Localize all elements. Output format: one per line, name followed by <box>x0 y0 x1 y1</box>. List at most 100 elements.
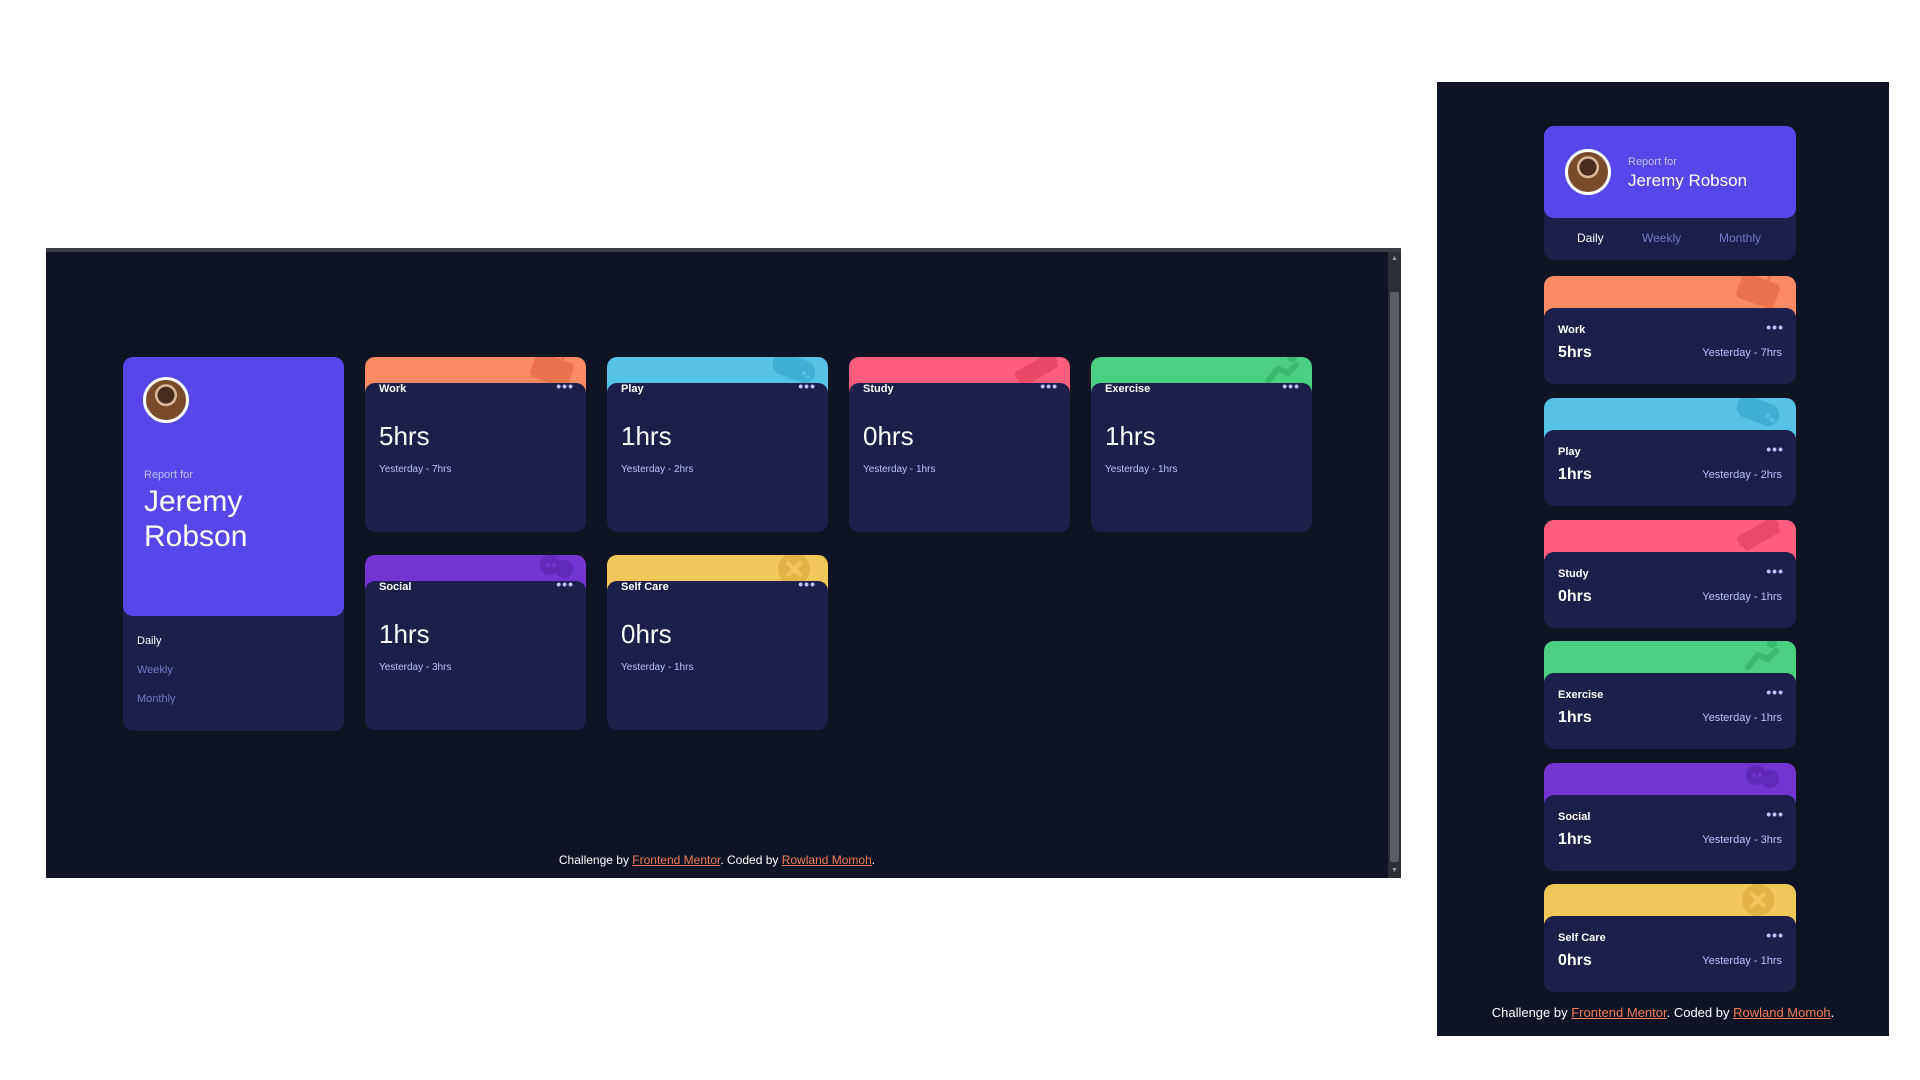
frontend-mentor-link[interactable]: Frontend Mentor <box>1571 1005 1666 1020</box>
card-previous: Yesterday - 1hrs <box>1702 712 1782 724</box>
card-previous: Yesterday - 1hrs <box>1702 955 1782 967</box>
ellipsis-icon[interactable]: ••• <box>1282 378 1300 394</box>
card-title: Self Care <box>1558 932 1606 944</box>
card-hours: 0hrs <box>621 619 672 649</box>
activity-card-social[interactable]: Social ••• 1hrs Yesterday - 3hrs <box>1544 763 1796 871</box>
social-icon <box>1746 765 1779 788</box>
card-previous: Yesterday - 1hrs <box>1105 464 1178 475</box>
card-previous: Yesterday - 3hrs <box>1702 834 1782 846</box>
card-title: Play <box>621 383 644 395</box>
ellipsis-icon[interactable]: ••• <box>798 378 816 394</box>
card-previous: Yesterday - 1hrs <box>1702 591 1782 603</box>
profile-header: Report for Jeremy Robson <box>123 357 344 616</box>
card-title: Study <box>863 383 894 395</box>
gamepad-icon <box>1736 398 1780 426</box>
footer-middle: . Coded by <box>1666 1005 1734 1020</box>
profile-card: Report for Jeremy Robson Daily Weekly Mo… <box>1544 126 1796 260</box>
scroll-down-icon[interactable]: ▼ <box>1390 866 1399 876</box>
avatar <box>1565 149 1611 195</box>
card-title: Play <box>1558 446 1581 458</box>
card-hours: 1hrs <box>379 619 430 649</box>
footer-prefix: Challenge by <box>558 853 633 867</box>
activity-card-work[interactable]: Work ••• 5hrs Yesterday - 7hrs <box>365 357 586 532</box>
period-weekly[interactable]: Weekly <box>1642 231 1681 245</box>
card-title: Social <box>379 581 412 593</box>
period-monthly[interactable]: Monthly <box>1719 231 1761 245</box>
card-body <box>1091 383 1312 532</box>
frontend-mentor-link[interactable]: Frontend Mentor <box>632 853 720 867</box>
activity-card-exercise[interactable]: Exercise ••• 1hrs Yesterday - 1hrs <box>1544 641 1796 749</box>
activity-card-work[interactable]: Work ••• 5hrs Yesterday - 7hrs <box>1544 276 1796 384</box>
period-daily[interactable]: Daily <box>1577 231 1604 245</box>
profile-header: Report for Jeremy Robson <box>1544 126 1796 218</box>
activity-card-play[interactable]: Play ••• 1hrs Yesterday - 2hrs <box>1544 398 1796 506</box>
footer-prefix: Challenge by <box>1491 1005 1572 1020</box>
card-title: Self Care <box>621 581 669 593</box>
profile-name-last: Robson <box>144 520 248 553</box>
ellipsis-icon[interactable]: ••• <box>1766 563 1784 579</box>
avatar <box>143 377 189 423</box>
card-hours: 1hrs <box>621 421 672 451</box>
card-title: Work <box>379 383 407 395</box>
ellipsis-icon[interactable]: ••• <box>1766 684 1784 700</box>
card-body <box>607 581 828 730</box>
card-hours: 1hrs <box>1558 831 1592 848</box>
activity-card-social[interactable]: Social ••• 1hrs Yesterday - 3hrs <box>365 555 586 730</box>
attribution-footer: Challenge by Frontend Mentor. Coded by R… <box>46 853 1388 867</box>
desktop-preview: ▲ ▼ Report for Jeremy Robson Daily Weekl… <box>46 248 1401 878</box>
heart-icon <box>1742 884 1774 916</box>
activity-card-play[interactable]: Play ••• 1hrs Yesterday - 2hrs <box>607 357 828 532</box>
card-hours: 0hrs <box>1558 952 1592 969</box>
period-monthly[interactable]: Monthly <box>137 693 176 705</box>
report-for-label: Report for <box>1628 156 1677 168</box>
scrollbar[interactable]: ▲ ▼ <box>1388 252 1401 878</box>
ellipsis-icon[interactable]: ••• <box>556 378 574 394</box>
scroll-up-icon[interactable]: ▲ <box>1390 254 1399 264</box>
ellipsis-icon[interactable]: ••• <box>1766 319 1784 335</box>
card-previous: Yesterday - 3hrs <box>379 662 452 673</box>
activity-card-study[interactable]: Study ••• 0hrs Yesterday - 1hrs <box>1544 520 1796 628</box>
activity-card-self-care[interactable]: Self Care ••• 0hrs Yesterday - 1hrs <box>607 555 828 730</box>
author-link[interactable]: Rowland Momoh <box>782 853 872 867</box>
card-hours: 5hrs <box>379 421 430 451</box>
card-hours: 0hrs <box>1558 588 1592 605</box>
briefcase-icon <box>1736 276 1780 309</box>
card-hours: 1hrs <box>1105 421 1156 451</box>
activity-card-study[interactable]: Study ••• 0hrs Yesterday - 1hrs <box>849 357 1070 532</box>
attribution-footer: Challenge by Frontend Mentor. Coded by R… <box>1437 1005 1889 1020</box>
card-hours: 1hrs <box>1558 709 1592 726</box>
mobile-preview: Report for Jeremy Robson Daily Weekly Mo… <box>1437 82 1889 1036</box>
ellipsis-icon[interactable]: ••• <box>798 576 816 592</box>
ellipsis-icon[interactable]: ••• <box>556 576 574 592</box>
card-title: Work <box>1558 324 1586 336</box>
ellipsis-icon[interactable]: ••• <box>1766 441 1784 457</box>
card-hours: 0hrs <box>863 421 914 451</box>
card-previous: Yesterday - 1hrs <box>621 662 694 673</box>
card-body <box>607 383 828 532</box>
running-icon <box>1745 641 1779 670</box>
footer-suffix: . <box>871 853 876 867</box>
card-hours: 1hrs <box>1558 466 1592 483</box>
card-body <box>365 581 586 730</box>
profile-card: Report for Jeremy Robson Daily Weekly Mo… <box>123 357 344 731</box>
period-weekly[interactable]: Weekly <box>137 664 173 676</box>
footer-suffix: . <box>1830 1005 1835 1020</box>
ellipsis-icon[interactable]: ••• <box>1766 927 1784 943</box>
card-title: Exercise <box>1105 383 1151 395</box>
profile-name: Jeremy Robson <box>1628 171 1748 190</box>
author-link[interactable]: Rowland Momoh <box>1733 1005 1831 1020</box>
card-body <box>849 383 1070 532</box>
profile-name-first: Jeremy <box>144 485 243 518</box>
report-for-label: Report for <box>144 469 193 481</box>
card-previous: Yesterday - 1hrs <box>863 464 936 475</box>
activity-card-self-care[interactable]: Self Care ••• 0hrs Yesterday - 1hrs <box>1544 884 1796 992</box>
activity-card-exercise[interactable]: Exercise ••• 1hrs Yesterday - 1hrs <box>1091 357 1312 532</box>
ellipsis-icon[interactable]: ••• <box>1040 378 1058 394</box>
card-hours: 5hrs <box>1558 344 1592 361</box>
period-daily[interactable]: Daily <box>137 635 161 647</box>
scrollbar-thumb[interactable] <box>1390 292 1399 862</box>
card-body <box>365 383 586 532</box>
book-icon <box>1736 520 1781 551</box>
ellipsis-icon[interactable]: ••• <box>1766 806 1784 822</box>
card-title: Social <box>1558 811 1591 823</box>
